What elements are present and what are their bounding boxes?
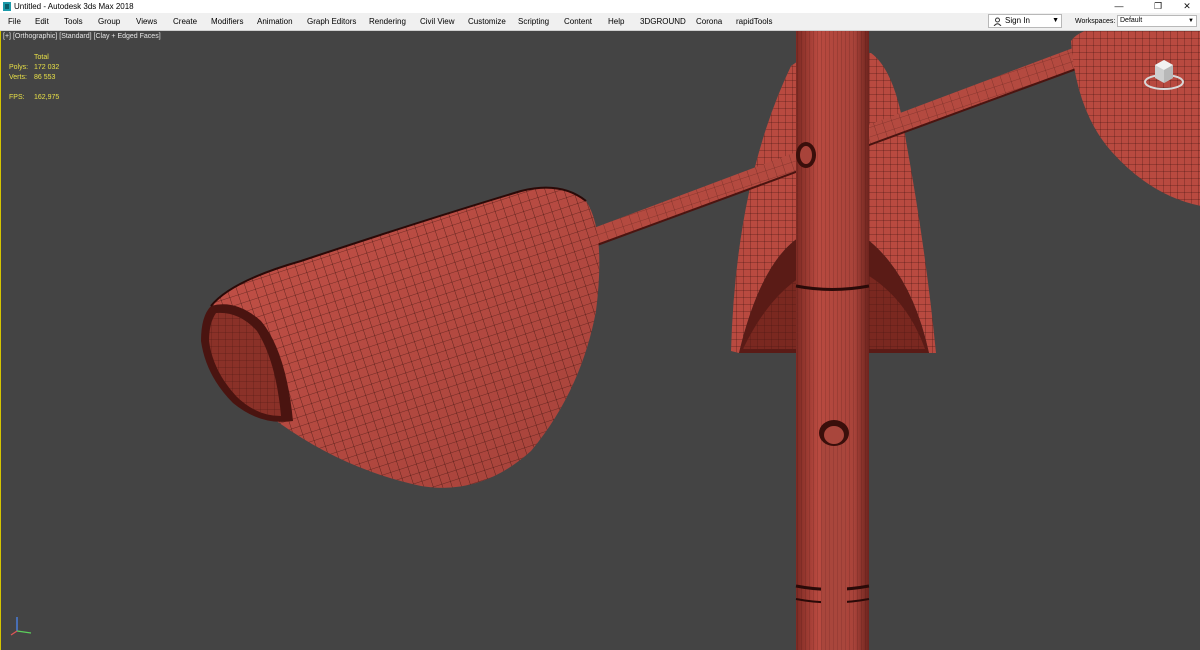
menu-3dground[interactable]: 3DGROUND [640, 13, 686, 30]
menu-file[interactable]: File [8, 13, 21, 30]
viewport-label[interactable]: [+] [Orthographic] [Standard] [Clay + Ed… [3, 33, 161, 40]
axis-tripod-icon [10, 617, 32, 636]
perspective-viewport[interactable]: [+] [Orthographic] [Standard] [Clay + Ed… [0, 31, 1200, 650]
chevron-down-icon: ▼ [1188, 18, 1194, 24]
sign-in-dropdown[interactable]: Sign In ▼ [988, 14, 1062, 28]
menu-animation[interactable]: Animation [257, 13, 293, 30]
menu-help[interactable]: Help [608, 13, 624, 30]
scene-statistics: Total Polys: 172 032 Verts: 86 553 FPS: … [9, 53, 79, 103]
menu-create[interactable]: Create [173, 13, 197, 30]
workspace-select[interactable]: Default ▼ [1117, 15, 1197, 27]
menu-rendering[interactable]: Rendering [369, 13, 406, 30]
viewport-view-label[interactable]: [Orthographic] [13, 33, 57, 40]
workspaces-label: Workspaces: [1075, 18, 1116, 25]
chevron-down-icon: ▼ [1052, 17, 1059, 24]
viewport-shading-label[interactable]: [Clay + Edged Faces] [94, 33, 161, 40]
menu-tools[interactable]: Tools [64, 13, 83, 30]
menu-rapidtools[interactable]: rapidTools [736, 13, 772, 30]
menu-civil-view[interactable]: Civil View [420, 13, 455, 30]
viewport-preset-label[interactable]: [Standard] [59, 33, 91, 40]
scene-render [201, 31, 1200, 650]
stats-fps-value: 162,975 [34, 94, 60, 101]
menu-customize[interactable]: Customize [468, 13, 506, 30]
stats-verts-label: Verts: [9, 74, 27, 81]
menu-content[interactable]: Content [564, 13, 592, 30]
stats-verts-value: 86 553 [34, 74, 56, 81]
window-title: Untitled - Autodesk 3ds Max 2018 [14, 2, 134, 11]
menu-group[interactable]: Group [98, 13, 120, 30]
menu-views[interactable]: Views [136, 13, 157, 30]
viewport-menu-plus[interactable]: [+] [3, 33, 11, 40]
menu-scripting[interactable]: Scripting [518, 13, 549, 30]
app-icon [3, 2, 11, 11]
sign-in-label: Sign In [1005, 16, 1030, 25]
front-lamp-shade [201, 186, 600, 488]
user-icon [993, 17, 1002, 26]
stats-polys-value: 172 032 [34, 64, 60, 71]
stats-header: Total [34, 54, 49, 61]
menu-modifiers[interactable]: Modifiers [211, 13, 243, 30]
workspace-value: Default [1120, 17, 1143, 24]
viewcube-icon[interactable] [1141, 49, 1187, 95]
menu-corona[interactable]: Corona [696, 13, 722, 30]
close-button[interactable]: ✕ [1172, 0, 1200, 13]
menu-graph-editors[interactable]: Graph Editors [307, 13, 356, 30]
stats-polys-label: Polys: [9, 64, 29, 71]
stats-fps-label: FPS: [9, 94, 25, 101]
title-bar: Untitled - Autodesk 3ds Max 2018 — ❐ ✕ [0, 0, 1200, 13]
menu-edit[interactable]: Edit [35, 13, 49, 30]
lamp-pole [795, 31, 870, 650]
minimize-button[interactable]: — [1104, 0, 1134, 13]
restore-button[interactable]: ❐ [1143, 0, 1173, 13]
